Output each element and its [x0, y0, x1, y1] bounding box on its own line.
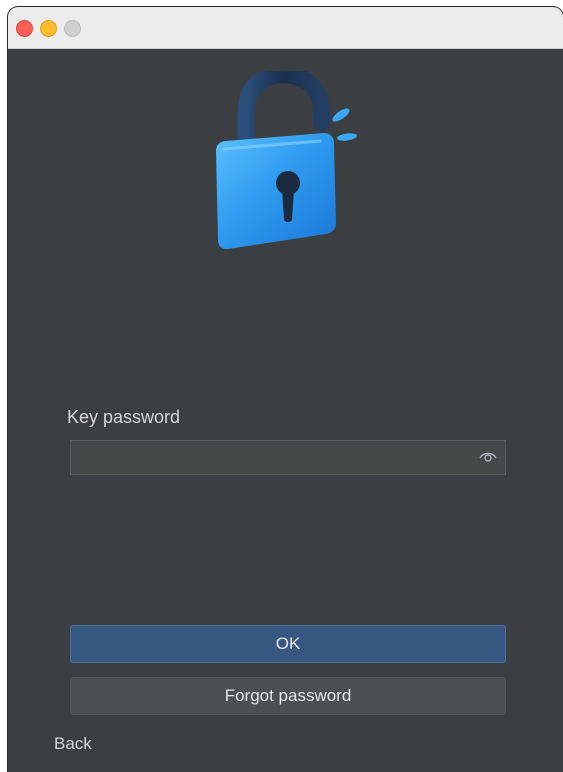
key-password-label: Key password: [67, 407, 181, 427]
key-password-input[interactable]: [71, 441, 471, 474]
eye-icon[interactable]: [479, 450, 497, 464]
dialog-window: Key password OK Forgot password Back: [8, 7, 563, 772]
minimize-window-button[interactable]: [40, 20, 57, 37]
close-window-button[interactable]: [16, 20, 33, 37]
key-password-field[interactable]: [70, 440, 506, 475]
back-button[interactable]: Back: [54, 734, 92, 754]
maximize-window-button[interactable]: [64, 20, 81, 37]
ok-button[interactable]: OK: [70, 625, 506, 663]
forgot-password-button[interactable]: Forgot password: [70, 677, 506, 715]
title-bar: [8, 7, 563, 49]
unlocked-padlock-icon: [208, 66, 358, 261]
